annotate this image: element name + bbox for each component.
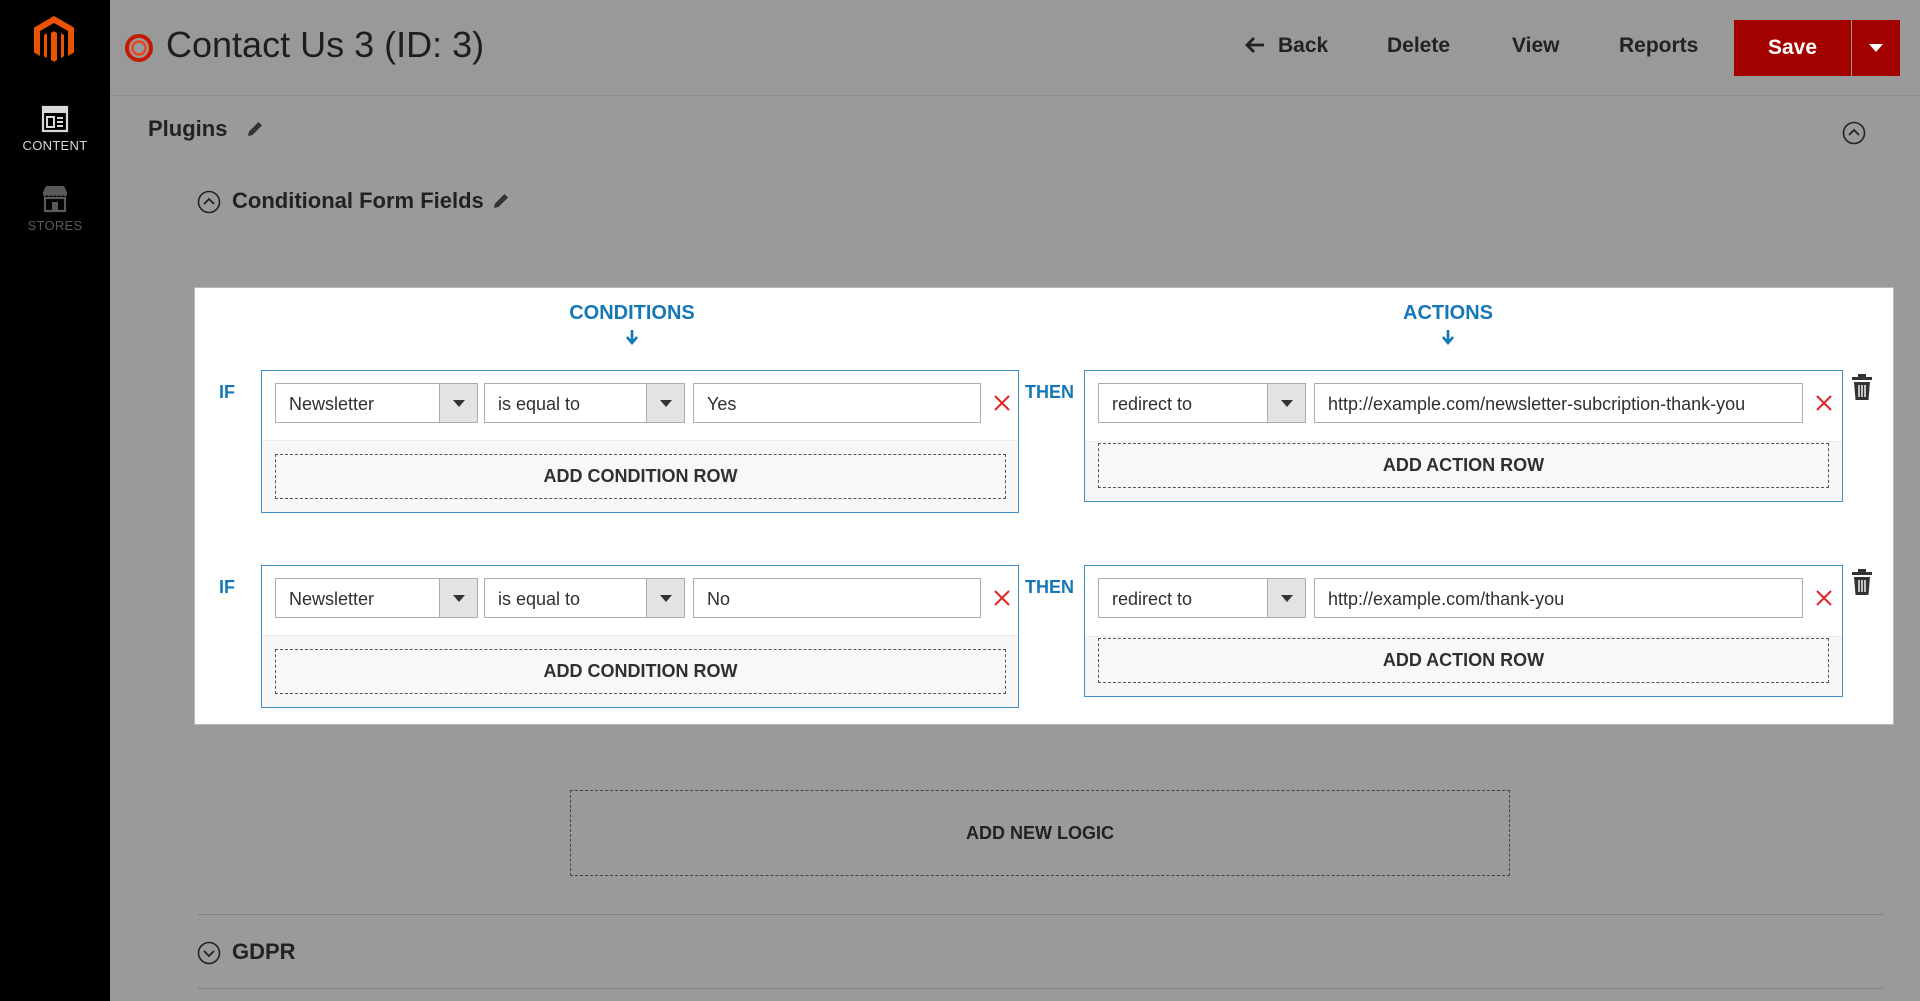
gdpr-section-title[interactable]: GDPR	[232, 939, 296, 965]
dropdown-arrow-icon[interactable]	[646, 384, 684, 422]
page-header: Contact Us 3 (ID: 3) Back Delete View Re…	[110, 0, 1920, 96]
actions-heading: ACTIONS	[1373, 302, 1523, 345]
collapse-plugins-icon[interactable]	[1842, 121, 1866, 145]
condition-operator-select[interactable]: is equal to	[484, 383, 685, 423]
stores-icon	[43, 186, 67, 213]
condition-operator-value: is equal to	[498, 394, 581, 414]
add-condition-row-button[interactable]: ADD CONDITION ROW	[275, 649, 1006, 694]
back-button[interactable]: Back	[1244, 34, 1328, 58]
action-type-value: redirect to	[1112, 589, 1193, 609]
pencil-icon[interactable]	[491, 191, 511, 211]
dropdown-arrow-icon[interactable]	[1267, 384, 1305, 422]
dropdown-arrow-icon[interactable]	[646, 579, 684, 617]
action-value-text: http://example.com/thank-you	[1328, 589, 1565, 609]
dropdown-arrow-icon[interactable]	[439, 384, 477, 422]
expand-gdpr-icon[interactable]	[197, 941, 221, 965]
conditional-logic-panel: CONDITIONS ACTIONS IF Newsletter is equa…	[194, 287, 1894, 725]
actions-box: redirect to http://example.com/newslette…	[1084, 370, 1843, 502]
page-title: Contact Us 3 (ID: 3)	[166, 24, 485, 65]
condition-row: Newsletter is equal to No	[262, 566, 1018, 636]
trash-icon[interactable]	[1852, 374, 1872, 400]
action-footer: ADD ACTION ROW	[1085, 636, 1842, 696]
admin-sidebar: CONTENT STORES	[0, 0, 110, 1001]
condition-value-text: Yes	[707, 394, 737, 414]
remove-action-icon[interactable]	[1815, 394, 1833, 412]
action-value-input[interactable]: http://example.com/newsletter-subcriptio…	[1314, 383, 1803, 423]
condition-field-value: Newsletter	[289, 394, 375, 414]
add-action-row-button[interactable]: ADD ACTION ROW	[1098, 638, 1829, 683]
sidebar-item-label: CONTENT	[22, 138, 88, 153]
section-divider	[198, 914, 1883, 915]
action-row: redirect to http://example.com/newslette…	[1085, 371, 1842, 441]
condition-footer: ADD CONDITION ROW	[262, 635, 1018, 707]
if-label: IF	[219, 577, 235, 597]
content-icon	[41, 105, 69, 133]
if-label: IF	[219, 382, 235, 402]
sidebar-item-label: STORES	[27, 218, 83, 233]
action-type-select[interactable]: redirect to	[1098, 578, 1306, 618]
conditional-form-fields-title: Conditional Form Fields	[232, 188, 484, 213]
section-divider	[198, 988, 1883, 989]
sidebar-item-content[interactable]: CONTENT	[0, 104, 110, 153]
pencil-icon[interactable]	[245, 119, 265, 139]
trash-icon[interactable]	[1852, 569, 1872, 595]
conditions-box: Newsletter is equal to No ADD CONDITION …	[261, 565, 1019, 708]
add-action-row-button[interactable]: ADD ACTION ROW	[1098, 443, 1829, 488]
remove-condition-icon[interactable]	[993, 394, 1011, 412]
magento-logo[interactable]	[30, 14, 78, 66]
remove-action-icon[interactable]	[1815, 589, 1833, 607]
condition-operator-select[interactable]: is equal to	[484, 578, 685, 618]
condition-value-input[interactable]: No	[693, 578, 981, 618]
view-button[interactable]: View	[1512, 34, 1559, 58]
dropdown-arrow-icon[interactable]	[1267, 579, 1305, 617]
action-value-input[interactable]: http://example.com/thank-you	[1314, 578, 1803, 618]
action-type-select[interactable]: redirect to	[1098, 383, 1306, 423]
back-label: Back	[1278, 34, 1329, 57]
action-type-value: redirect to	[1112, 394, 1193, 414]
save-options-toggle[interactable]	[1852, 20, 1900, 76]
save-button[interactable]: Save	[1734, 20, 1851, 76]
condition-footer: ADD CONDITION ROW	[262, 440, 1018, 512]
actions-heading-label: ACTIONS	[1403, 302, 1493, 324]
action-footer: ADD ACTION ROW	[1085, 441, 1842, 501]
add-new-logic-button[interactable]: ADD NEW LOGIC	[570, 790, 1510, 876]
action-value-text: http://example.com/newsletter-subcriptio…	[1328, 394, 1746, 414]
condition-value-text: No	[707, 589, 731, 609]
condition-value-input[interactable]: Yes	[693, 383, 981, 423]
arrow-down-icon	[626, 330, 638, 345]
arrow-down-icon	[1442, 330, 1454, 345]
then-label: THEN	[1025, 382, 1074, 402]
reports-button[interactable]: Reports	[1619, 34, 1698, 58]
condition-field-value: Newsletter	[289, 589, 375, 609]
conditions-box: Newsletter is equal to Yes ADD CONDITION…	[261, 370, 1019, 513]
condition-field-select[interactable]: Newsletter	[275, 383, 478, 423]
caret-down-icon	[1869, 44, 1883, 52]
plugins-title: Plugins	[148, 116, 228, 141]
sidebar-item-stores[interactable]: STORES	[0, 184, 110, 233]
condition-operator-value: is equal to	[498, 589, 581, 609]
condition-row: Newsletter is equal to Yes	[262, 371, 1018, 441]
add-condition-row-button[interactable]: ADD CONDITION ROW	[275, 454, 1006, 499]
conditions-heading-label: CONDITIONS	[569, 302, 695, 324]
actions-box: redirect to http://example.com/thank-you…	[1084, 565, 1843, 697]
condition-field-select[interactable]: Newsletter	[275, 578, 478, 618]
action-row: redirect to http://example.com/thank-you	[1085, 566, 1842, 636]
arrow-left-icon	[1245, 37, 1264, 53]
form-status-icon	[125, 34, 153, 62]
remove-condition-icon[interactable]	[993, 589, 1011, 607]
delete-button[interactable]: Delete	[1387, 34, 1450, 58]
conditions-heading: CONDITIONS	[557, 302, 707, 345]
dropdown-arrow-icon[interactable]	[439, 579, 477, 617]
then-label: THEN	[1025, 577, 1074, 597]
collapse-conditional-icon[interactable]	[197, 190, 221, 214]
